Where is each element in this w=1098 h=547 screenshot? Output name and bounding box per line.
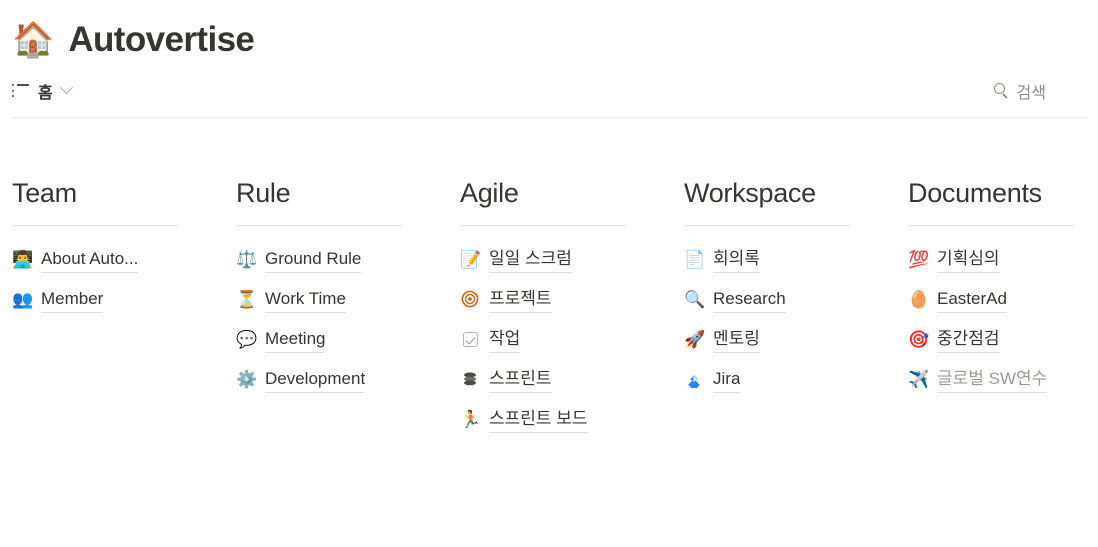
house-icon: 🏠 (12, 20, 55, 60)
bullseye-icon (460, 290, 480, 310)
column-item-list: 📝 일일 스크럼 프로젝트 작업 스프린트 🏃 스프린트 보드 (460, 240, 626, 440)
list-item[interactable]: ⏳ Work Time (236, 280, 402, 320)
gear-icon: ⚙️ (236, 370, 258, 391)
column-divider (236, 225, 402, 227)
page-root: 🏠 Autovertise 홈 검색 Team 👨‍💻 About Auto..… (0, 0, 1098, 547)
list-item-label: Ground Rule (265, 248, 362, 273)
list-item[interactable]: 👨‍💻 About Auto... (12, 240, 178, 280)
list-icon (12, 84, 29, 97)
link-columns: Team 👨‍💻 About Auto... 👥 Member Rule ⚖️ (12, 178, 1086, 440)
list-item-label: Jira (713, 368, 741, 393)
column-divider (12, 225, 178, 227)
list-item[interactable]: 📝 일일 스크럼 (460, 240, 626, 280)
column-item-list: 💯 기획심의 🥚 EasterAd 🎯 중간점검 ✈️ 글로벌 SW연수 (908, 240, 1074, 400)
list-item[interactable]: 프로젝트 (460, 280, 626, 320)
list-item[interactable]: ⚖️ Ground Rule (236, 240, 402, 280)
list-item-label: Work Time (265, 288, 346, 313)
memo-pencil-icon: 📝 (460, 250, 482, 271)
list-item[interactable]: ⚙️ Development (236, 360, 402, 400)
list-item-label: 프로젝트 (489, 288, 552, 313)
search-button[interactable]: 검색 (993, 79, 1086, 103)
list-item[interactable]: 🔍 Research (684, 280, 850, 320)
list-item[interactable]: 🚀 멘토링 (684, 320, 850, 360)
list-item-label: 중간점검 (937, 328, 1000, 353)
person-at-laptop-icon: 👨‍💻 (12, 250, 34, 271)
list-item-label: 일일 스크럼 (489, 248, 572, 273)
column-heading: Documents (908, 178, 1042, 208)
list-item-label: About Auto... (41, 248, 139, 273)
column-divider (908, 225, 1074, 227)
column-item-list: 👨‍💻 About Auto... 👥 Member (12, 240, 178, 320)
column-team: Team 👨‍💻 About Auto... 👥 Member (12, 178, 178, 440)
magnifying-glass-icon: 🔍 (684, 290, 706, 311)
list-item-label: Member (41, 288, 104, 313)
list-item[interactable]: 📄 회의록 (684, 240, 850, 280)
column-item-list: ⚖️ Ground Rule ⏳ Work Time 💬 Meeting ⚙️ … (236, 240, 402, 400)
page-document-icon: 📄 (684, 250, 706, 271)
page-title: Autovertise (68, 19, 255, 59)
stacked-disks-icon (460, 370, 480, 390)
column-item-list: 📄 회의록 🔍 Research 🚀 멘토링 Jira (684, 240, 850, 400)
column-divider (460, 225, 626, 227)
list-item-label: 회의록 (713, 248, 760, 273)
list-item-label: 기획심의 (937, 248, 1000, 273)
search-label: 검색 (1016, 84, 1046, 102)
speech-balloon-icon: 💬 (236, 330, 258, 351)
navigation-bar: 홈 검색 (12, 66, 1086, 118)
busts-in-silhouette-icon: 👥 (12, 290, 34, 311)
list-item-label: 스프린트 (489, 368, 552, 393)
egg-icon: 🥚 (908, 290, 930, 311)
list-item[interactable]: Jira (684, 360, 850, 400)
list-item-label: 멘토링 (713, 328, 760, 353)
page-header: 🏠 Autovertise (12, 0, 1086, 66)
runner-icon: 🏃 (460, 410, 482, 431)
hourglass-icon: ⏳ (236, 290, 258, 311)
rocket-icon: 🚀 (684, 330, 706, 351)
list-item-label: Research (713, 288, 786, 313)
column-divider (684, 225, 850, 227)
list-item[interactable]: 👥 Member (12, 280, 178, 320)
list-item-label: EasterAd (937, 288, 1007, 313)
list-item[interactable]: 💯 기획심의 (908, 240, 1074, 280)
column-heading: Workspace (684, 178, 816, 208)
column-heading: Agile (460, 178, 519, 208)
checkbox-icon (460, 330, 480, 350)
list-item[interactable]: 🥚 EasterAd (908, 280, 1074, 320)
search-icon (993, 83, 1009, 99)
column-rule: Rule ⚖️ Ground Rule ⏳ Work Time 💬 Meetin… (236, 178, 402, 440)
column-heading: Team (12, 178, 77, 208)
airplane-icon: ✈️ (908, 370, 930, 391)
list-item-label: 작업 (489, 328, 521, 353)
column-workspace: Workspace 📄 회의록 🔍 Research 🚀 멘토링 Jira (684, 178, 850, 440)
list-item-label: Development (265, 368, 366, 393)
balance-scale-icon: ⚖️ (236, 250, 258, 271)
list-item-label: 글로벌 SW연수 (937, 368, 1048, 393)
column-heading: Rule (236, 178, 291, 208)
hundred-points-icon: 💯 (908, 250, 930, 271)
nav-home-label: 홈 (38, 84, 53, 102)
column-agile: Agile 📝 일일 스크럼 프로젝트 작업 스프린트 🏃 스프린트 보드 (460, 178, 626, 440)
dart-target-icon: 🎯 (908, 330, 930, 351)
list-item[interactable]: 🎯 중간점검 (908, 320, 1074, 360)
list-item[interactable]: ✈️ 글로벌 SW연수 (908, 360, 1074, 400)
jira-logo-icon (684, 370, 704, 390)
chevron-down-icon[interactable] (59, 81, 73, 95)
list-item[interactable]: 🏃 스프린트 보드 (460, 400, 626, 440)
list-item[interactable]: 스프린트 (460, 360, 626, 400)
list-item-label: 스프린트 보드 (489, 408, 588, 433)
column-documents: Documents 💯 기획심의 🥚 EasterAd 🎯 중간점검 ✈️ 글로 (908, 178, 1074, 440)
list-item-label: Meeting (265, 328, 326, 353)
nav-item-home[interactable]: 홈 (12, 79, 73, 103)
list-item[interactable]: 💬 Meeting (236, 320, 402, 360)
list-item[interactable]: 작업 (460, 320, 626, 360)
